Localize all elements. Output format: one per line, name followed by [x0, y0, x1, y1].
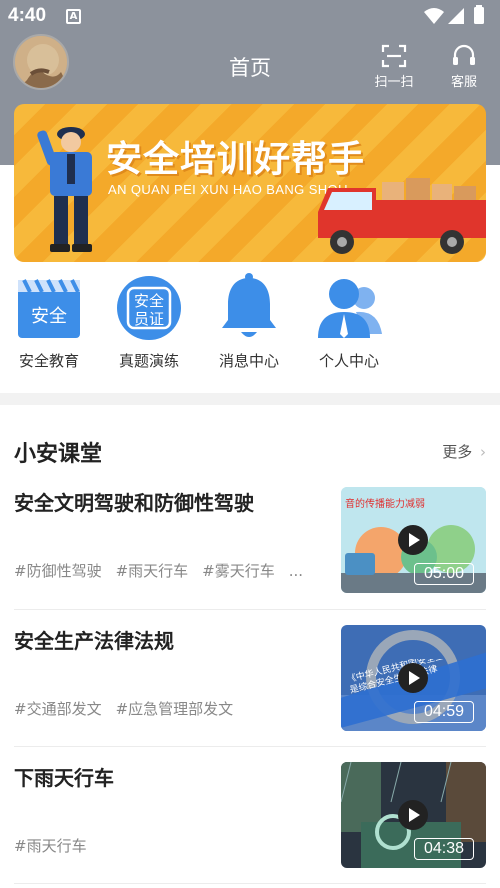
video-duration: 04:38	[414, 838, 474, 860]
menu-message-center[interactable]: 消息中心	[204, 272, 294, 371]
status-bar: 4:40 A	[0, 0, 500, 34]
course-tag[interactable]: #雨天行车	[14, 837, 87, 855]
bell-icon	[214, 272, 284, 342]
signal-icon	[448, 8, 464, 24]
scan-button[interactable]: 扫一扫	[368, 44, 420, 90]
svg-text:安全: 安全	[134, 292, 164, 310]
menu-label: 真题演练	[118, 352, 179, 370]
certificate-icon: 安全 员证	[114, 272, 184, 342]
menu-exam-practice[interactable]: 安全 员证 真题演练	[104, 272, 194, 371]
wifi-icon	[424, 8, 444, 24]
course-thumbnail[interactable]: 音的传播能力减弱 05:00	[341, 487, 486, 593]
promo-banner[interactable]: 安全培训好帮手 AN QUAN PEI XUN HAO BANG SHOU	[14, 104, 486, 262]
row-divider	[14, 746, 486, 747]
course-tags: #雨天行车	[14, 835, 324, 856]
course-title: 安全生产法律法规	[14, 629, 174, 653]
more-label: 更多	[442, 443, 473, 461]
course-tag[interactable]: #雨天行车	[116, 562, 189, 580]
customer-service-button[interactable]: 客服	[438, 44, 490, 90]
quick-menu: 安全 安全教育 安全 员证 真题演练 消息中心 个人中心	[0, 272, 500, 384]
app-header: 首页 扫一扫 客服	[0, 34, 500, 100]
menu-label: 个人中心	[318, 352, 379, 370]
menu-safety-education[interactable]: 安全 安全教育	[4, 272, 94, 371]
course-tag[interactable]: #交通部发文	[14, 700, 102, 718]
svg-text:员证: 员证	[134, 310, 164, 328]
row-divider	[14, 609, 486, 610]
service-label: 客服	[450, 75, 477, 90]
play-icon[interactable]	[398, 663, 428, 693]
notification-icon: A	[66, 9, 81, 24]
course-title: 安全文明驾驶和防御性驾驶	[14, 491, 254, 515]
more-link[interactable]: 更多 ›	[442, 441, 486, 462]
section-divider	[0, 393, 500, 405]
status-time: 4:40	[8, 5, 47, 26]
scan-label: 扫一扫	[374, 75, 414, 90]
scan-icon	[381, 44, 407, 68]
menu-label: 安全教育	[18, 352, 79, 370]
course-tags: #交通部发文 #应急管理部发文	[14, 698, 324, 719]
menu-label: 消息中心	[218, 352, 279, 370]
page-title: 首页	[229, 56, 271, 80]
video-duration: 05:00	[414, 563, 474, 585]
play-icon[interactable]	[398, 525, 428, 555]
course-thumbnail[interactable]: 04:38	[341, 762, 486, 868]
chevron-right-icon: ›	[480, 443, 486, 461]
officer-illustration	[37, 127, 92, 252]
headset-icon	[453, 44, 475, 65]
course-title: 下雨天行车	[14, 766, 114, 790]
battery-icon	[474, 7, 484, 24]
course-thumbnail[interactable]: 《中华人民共和国安全生产法》是综合安全生产的法律 04:59	[341, 625, 486, 731]
truck-illustration	[318, 178, 486, 254]
banner-subtitle: AN QUAN PEI XUN HAO BANG SHOU	[108, 182, 348, 197]
course-tag[interactable]: #防御性驾驶	[14, 562, 102, 580]
course-tags: #防御性驾驶 #雨天行车 #雾天行车...	[14, 560, 324, 581]
menu-personal-center[interactable]: 个人中心	[304, 272, 394, 371]
status-icons	[422, 5, 492, 31]
tags-overflow: ...	[288, 562, 304, 580]
play-icon[interactable]	[398, 800, 428, 830]
course-item[interactable]: 下雨天行车 #雨天行车 04:38	[14, 762, 486, 880]
course-item[interactable]: 安全生产法律法规 #交通部发文 #应急管理部发文 《中华人民共和国安全生产法》是综…	[14, 625, 486, 743]
course-item[interactable]: 安全文明驾驶和防御性驾驶 #防御性驾驶 #雨天行车 #雾天行车... 音的传播能力减…	[14, 487, 486, 605]
user-icon	[314, 272, 384, 342]
course-tag[interactable]: #应急管理部发文	[116, 700, 234, 718]
video-duration: 04:59	[414, 701, 474, 723]
svg-text:安全: 安全	[31, 306, 67, 327]
svg-text:音的传播能力减弱: 音的传播能力减弱	[345, 497, 425, 510]
section-title: 小安课堂	[14, 442, 103, 467]
course-tag[interactable]: #雾天行车	[202, 562, 275, 580]
row-divider	[14, 883, 486, 884]
safety-education-icon: 安全	[14, 272, 84, 342]
